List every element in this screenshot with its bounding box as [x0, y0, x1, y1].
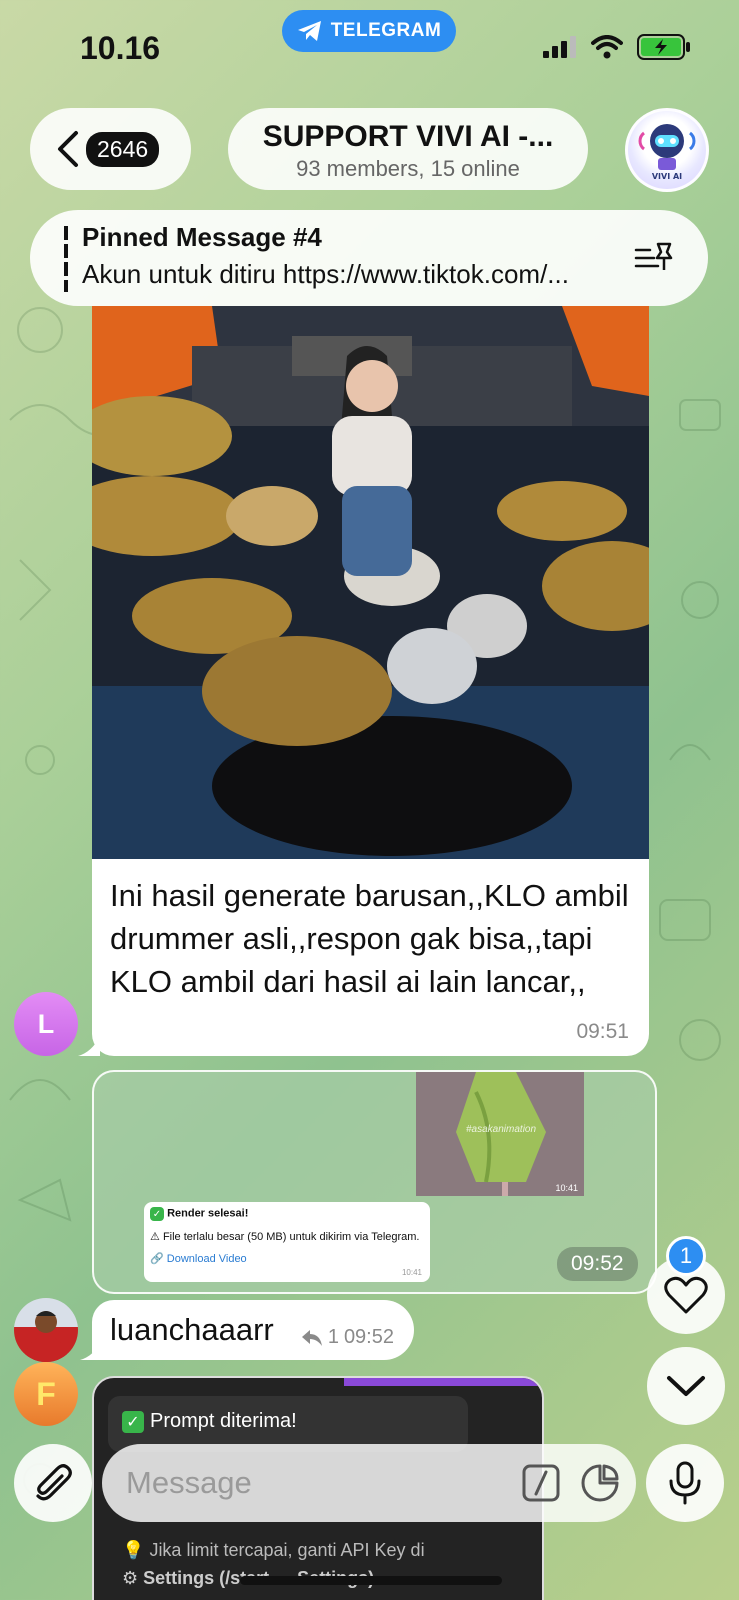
sticker-icon[interactable]	[580, 1463, 620, 1503]
bubble-tail	[78, 1036, 100, 1056]
link-icon: 🔗	[150, 1253, 164, 1265]
reaction-count-badge: 1	[666, 1236, 706, 1276]
bulb-icon: 💡	[122, 1540, 145, 1560]
battery-icon	[637, 34, 690, 60]
limit-hint-text: Jika limit tercapai, ganti API Key di	[149, 1540, 425, 1560]
prompt-received-line: ✓ Prompt diterima!	[122, 1410, 297, 1433]
chat-title: SUPPORT VIVI AI -...	[262, 120, 554, 153]
chevron-left-icon	[58, 131, 78, 167]
check-icon: ✓	[122, 1410, 144, 1433]
chat-title-button[interactable]: SUPPORT VIVI AI -... 93 members, 15 onli…	[228, 108, 588, 190]
bubble-tail	[80, 1340, 102, 1360]
image-time: 10:41	[555, 1183, 578, 1193]
message-time: 09:52	[557, 1247, 638, 1281]
robot-logo-icon: VIVI AI	[638, 124, 696, 181]
microphone-icon	[669, 1461, 701, 1505]
pinned-indicator	[64, 226, 68, 292]
telegram-pill[interactable]: TELEGRAM	[282, 10, 456, 52]
sender-avatar[interactable]: L	[14, 992, 78, 1056]
message-time: 09:51	[576, 1020, 629, 1043]
paperclip-icon	[36, 1464, 72, 1501]
warning-icon: ⚠	[150, 1231, 160, 1243]
wifi-icon	[591, 35, 623, 59]
message-input[interactable]	[126, 1462, 486, 1504]
pinned-heading: Pinned Message #4	[82, 222, 322, 252]
accent-strip	[344, 1378, 542, 1386]
gear-icon: ⚙	[122, 1568, 139, 1588]
unread-count-badge: 2646	[86, 131, 160, 167]
message-text: luanchaaarr	[110, 1312, 274, 1347]
status-icons	[543, 34, 691, 60]
pinned-message-bar[interactable]: Pinned Message #4 Akun untuk ditiru http…	[30, 210, 708, 306]
chat-subtitle: 93 members, 15 online	[296, 156, 520, 181]
check-icon: ✓	[150, 1207, 164, 1221]
telegram-pill-label: TELEGRAM	[330, 20, 442, 41]
signal-icon	[543, 36, 576, 58]
file-size-warning: File terlalu besar (50 MB) untuk dikirim…	[162, 1231, 420, 1243]
reply-icon[interactable]	[301, 1329, 323, 1347]
render-notice-card: ✓ Render selesai! ⚠ File terlalu besar (…	[144, 1202, 430, 1282]
message-time: 09:52	[343, 1326, 394, 1348]
group-avatar[interactable]: VIVI AI	[625, 108, 709, 192]
command-icon[interactable]	[522, 1464, 560, 1502]
card-time: 10:41	[401, 1268, 422, 1277]
limit-hint: 💡 Jika limit tercapai, ganti API Key di	[122, 1540, 425, 1561]
download-video-link[interactable]: Download Video	[167, 1253, 247, 1265]
image-thumbnail[interactable]: #asakanimation 10:41	[416, 1072, 584, 1196]
pin-list-icon[interactable]	[634, 240, 674, 274]
message-bubble-text[interactable]: luanchaaarr 1 09:52	[92, 1300, 414, 1360]
scroll-down-button[interactable]	[647, 1347, 725, 1425]
user-photo-avatar[interactable]	[14, 1298, 78, 1362]
message-meta: 1 09:52	[301, 1326, 394, 1349]
status-bar: 10.16 TELEGRAM	[0, 0, 739, 100]
prompt-received-text: Prompt diterima!	[150, 1410, 297, 1432]
home-indicator	[240, 1576, 502, 1585]
image-watermark: #asakanimation	[466, 1124, 537, 1135]
clock: 10.16	[80, 30, 161, 66]
person-photo	[24, 1311, 68, 1362]
telegram-icon	[297, 21, 321, 41]
message-input-bar[interactable]	[102, 1444, 636, 1522]
message-text: Ini hasil generate barusan,,KLO ambil dr…	[110, 878, 629, 999]
reply-count[interactable]: 1	[328, 1326, 339, 1349]
sender-avatar[interactable]: F	[14, 1362, 78, 1426]
message-bubble[interactable]: Ini hasil generate barusan,,KLO ambil dr…	[92, 306, 649, 1056]
pinned-body: Akun untuk ditiru https://www.tiktok.com…	[82, 259, 569, 289]
back-button[interactable]: 2646	[30, 108, 191, 190]
attach-button[interactable]	[14, 1444, 92, 1522]
render-done-text: Render selesai!	[167, 1207, 249, 1220]
heart-icon	[664, 1276, 708, 1314]
chevron-down-icon	[667, 1376, 705, 1396]
voice-record-button[interactable]	[646, 1444, 724, 1522]
svg-text:VIVI AI: VIVI AI	[652, 172, 682, 181]
video-thumbnail[interactable]	[92, 306, 649, 859]
